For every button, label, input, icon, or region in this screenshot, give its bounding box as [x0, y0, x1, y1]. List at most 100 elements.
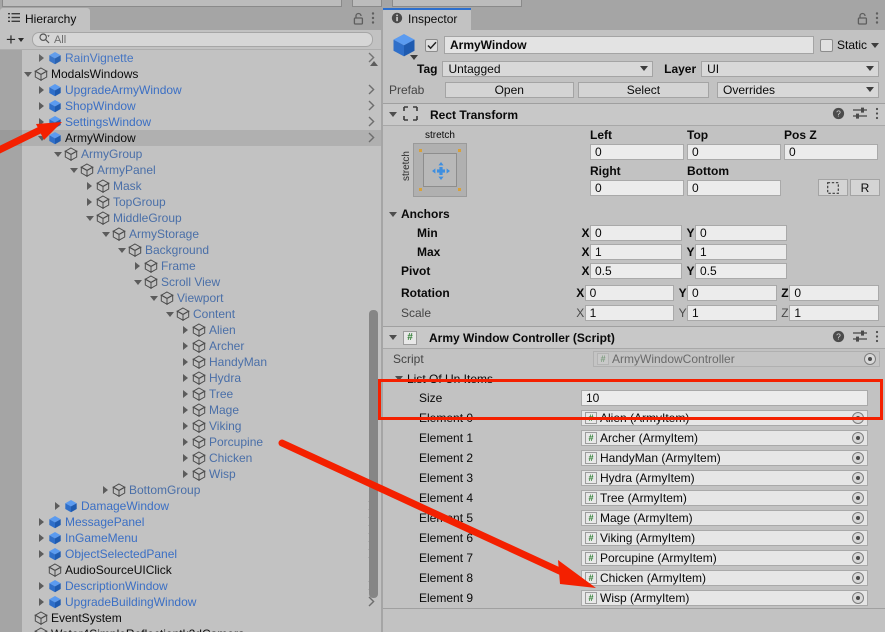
expand-triangle-icon[interactable]: [180, 438, 191, 446]
scale-z-input[interactable]: 1: [789, 304, 879, 321]
pivot-y-input[interactable]: 0.5: [695, 262, 787, 279]
object-picker-icon[interactable]: [852, 452, 864, 464]
expand-triangle-icon[interactable]: [180, 470, 191, 478]
hierarchy-item-rainvignette[interactable]: RainVignette: [0, 50, 381, 66]
right-input[interactable]: 0: [590, 180, 684, 196]
scrollbar-track[interactable]: [369, 70, 378, 632]
hierarchy-item-audiosourceuiclick[interactable]: AudioSourceUIClick: [0, 562, 381, 578]
object-picker-icon[interactable]: [852, 512, 864, 524]
element-object-field[interactable]: # Mage (ArmyItem): [581, 510, 868, 526]
expand-triangle-icon[interactable]: [100, 486, 111, 494]
preset-icon[interactable]: [853, 107, 867, 123]
prefab-cube-icon[interactable]: [389, 31, 419, 60]
search-input[interactable]: All: [31, 32, 373, 47]
element-object-field[interactable]: # Archer (ArmyItem): [581, 430, 868, 446]
hierarchy-item-armystorage[interactable]: ArmyStorage: [0, 226, 381, 242]
size-input[interactable]: 10: [581, 390, 868, 406]
expand-triangle-icon[interactable]: [36, 118, 47, 126]
object-picker-icon[interactable]: [864, 353, 876, 365]
collapse-triangle-icon[interactable]: [389, 335, 397, 340]
anchors-foldout[interactable]: Anchors: [389, 206, 879, 222]
hierarchy-item-upgradebuildingwindow[interactable]: UpgradeBuildingWindow: [0, 594, 381, 610]
collapse-triangle-icon[interactable]: [116, 247, 127, 253]
expand-triangle-icon[interactable]: [36, 518, 47, 526]
expand-triangle-icon[interactable]: [84, 182, 95, 190]
object-picker-icon[interactable]: [852, 532, 864, 544]
scale-x-input[interactable]: 1: [584, 304, 675, 321]
expand-triangle-icon[interactable]: [180, 342, 191, 350]
hierarchy-item-messagepanel[interactable]: MessagePanel: [0, 514, 381, 530]
object-picker-icon[interactable]: [852, 432, 864, 444]
object-picker-icon[interactable]: [852, 412, 864, 424]
hierarchy-item-upgradearmywindow[interactable]: UpgradeArmyWindow: [0, 82, 381, 98]
hierarchy-item-descriptionwindow[interactable]: DescriptionWindow: [0, 578, 381, 594]
expand-triangle-icon[interactable]: [52, 502, 63, 510]
anchor-min-y-input[interactable]: 0: [695, 224, 787, 241]
anchor-preset-button[interactable]: [413, 143, 467, 197]
prefab-open-button[interactable]: Open: [444, 81, 574, 98]
hierarchy-item-armygroup[interactable]: ArmyGroup: [0, 146, 381, 162]
expand-triangle-icon[interactable]: [36, 534, 47, 542]
expand-triangle-icon[interactable]: [180, 326, 191, 334]
expand-triangle-icon[interactable]: [180, 390, 191, 398]
chevron-down-icon[interactable]: [410, 55, 418, 60]
object-picker-icon[interactable]: [852, 572, 864, 584]
hierarchy-item-wisp[interactable]: Wisp: [0, 466, 381, 482]
prefab-select-button[interactable]: Select: [577, 81, 709, 98]
expand-triangle-icon[interactable]: [36, 598, 47, 606]
rotation-x-input[interactable]: 0: [584, 285, 675, 301]
collapse-triangle-icon[interactable]: [132, 279, 143, 285]
blueprint-mode-button[interactable]: [818, 179, 848, 196]
left-input[interactable]: 0: [590, 144, 684, 160]
hierarchy-item-water4simplereflectiontk2dcamera[interactable]: Water4SimpleReflectiontk2dCamera: [0, 626, 381, 632]
hierarchy-item-scroll-view[interactable]: Scroll View: [0, 274, 381, 290]
static-dropdown-chevron-icon[interactable]: [871, 42, 879, 48]
expand-triangle-icon[interactable]: [180, 358, 191, 366]
collapse-triangle-icon[interactable]: [22, 71, 33, 77]
scrollbar-thumb[interactable]: [369, 310, 378, 598]
element-object-field[interactable]: # Wisp (ArmyItem): [581, 590, 868, 606]
element-object-field[interactable]: # Alien (ArmyItem): [581, 410, 868, 426]
hierarchy-item-chicken[interactable]: Chicken: [0, 450, 381, 466]
hierarchy-item-bottomgroup[interactable]: BottomGroup: [0, 482, 381, 498]
bottom-input[interactable]: 0: [687, 180, 781, 196]
expand-triangle-icon[interactable]: [180, 422, 191, 430]
hierarchy-item-hydra[interactable]: Hydra: [0, 370, 381, 386]
hierarchy-item-eventsystem[interactable]: EventSystem: [0, 610, 381, 626]
hierarchy-item-ingamemenu[interactable]: InGameMenu: [0, 530, 381, 546]
hierarchy-item-viking[interactable]: Viking: [0, 418, 381, 434]
object-picker-icon[interactable]: [852, 472, 864, 484]
element-object-field[interactable]: # Porcupine (ArmyItem): [581, 550, 868, 566]
hierarchy-item-handyman[interactable]: HandyMan: [0, 354, 381, 370]
scale-y-input[interactable]: 1: [686, 304, 777, 321]
more-options-icon[interactable]: [875, 11, 879, 25]
tab-hierarchy[interactable]: Hierarchy: [0, 8, 91, 30]
collapse-triangle-icon[interactable]: [164, 311, 175, 317]
hierarchy-item-background[interactable]: Background: [0, 242, 381, 258]
expand-triangle-icon[interactable]: [84, 198, 95, 206]
hierarchy-item-archer[interactable]: Archer: [0, 338, 381, 354]
object-picker-icon[interactable]: [852, 552, 864, 564]
pivot-x-input[interactable]: 0.5: [590, 262, 682, 279]
collapse-triangle-icon[interactable]: [68, 167, 79, 173]
static-checkbox[interactable]: [819, 38, 833, 52]
hierarchy-item-mage[interactable]: Mage: [0, 402, 381, 418]
top-input[interactable]: 0: [687, 144, 781, 160]
expand-triangle-icon[interactable]: [36, 102, 47, 110]
collapse-triangle-icon[interactable]: [36, 135, 47, 141]
collapse-triangle-icon[interactable]: [84, 215, 95, 221]
prefab-overrides-dropdown[interactable]: Overrides: [716, 81, 879, 98]
expand-triangle-icon[interactable]: [36, 54, 47, 62]
rotation-z-input[interactable]: 0: [789, 285, 879, 301]
hierarchy-item-settingswindow[interactable]: SettingsWindow: [0, 114, 381, 130]
collapse-triangle-icon[interactable]: [148, 295, 159, 301]
anchor-min-x-input[interactable]: 0: [590, 224, 682, 241]
layer-dropdown[interactable]: UI: [701, 60, 879, 77]
tag-dropdown[interactable]: Untagged: [442, 60, 654, 77]
element-object-field[interactable]: # Hydra (ArmyItem): [581, 470, 868, 486]
collapse-triangle-icon[interactable]: [100, 231, 111, 237]
hierarchy-item-tree[interactable]: Tree: [0, 386, 381, 402]
hierarchy-item-viewport[interactable]: Viewport: [0, 290, 381, 306]
more-options-icon[interactable]: [875, 330, 879, 346]
gameobject-enabled-checkbox[interactable]: [425, 38, 438, 52]
